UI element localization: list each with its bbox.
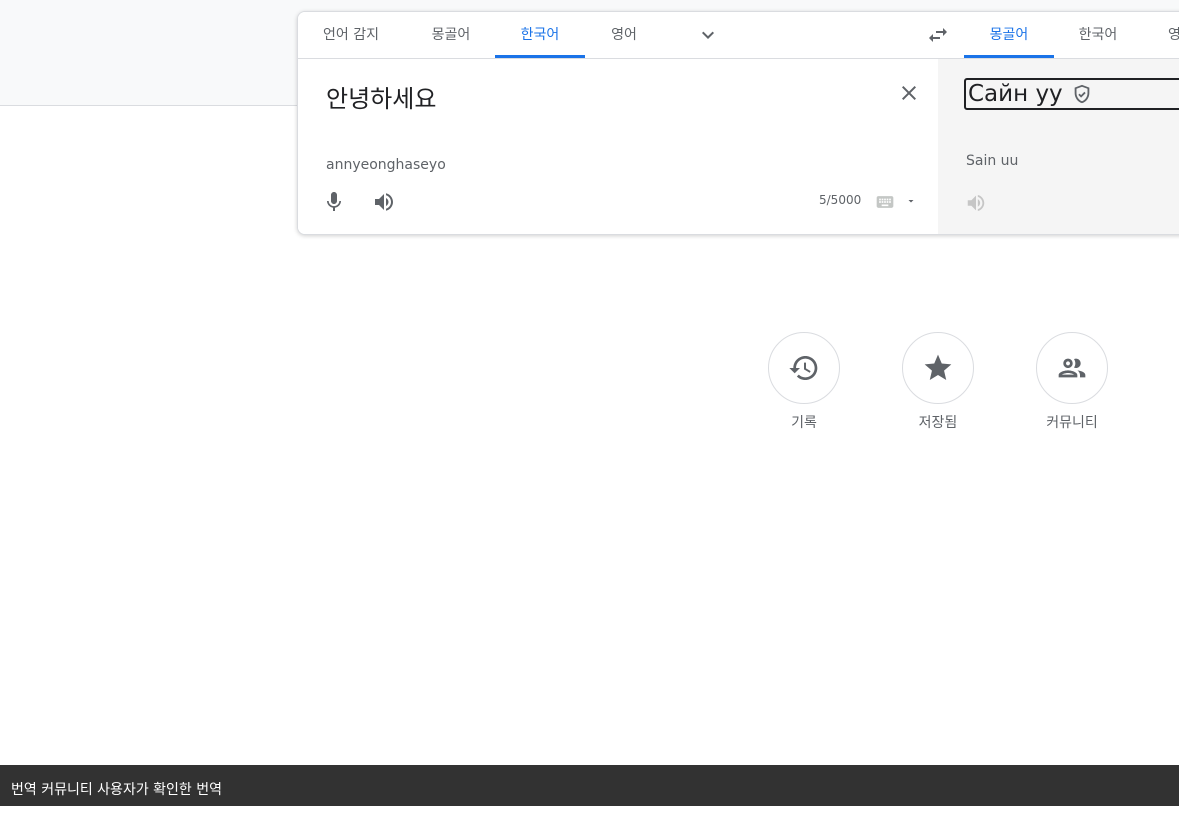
close-icon — [902, 86, 916, 100]
swap-languages-button[interactable] — [926, 23, 950, 47]
microphone-icon — [327, 192, 341, 211]
community-label: 커뮤니티 — [1046, 415, 1098, 431]
input-tools-button[interactable] — [874, 191, 896, 213]
translation-output[interactable]: Сайн уу — [964, 78, 1179, 110]
verified-shield-icon — [1074, 84, 1090, 104]
tab-target-english[interactable]: 영어 — [1168, 12, 1179, 58]
tab-source-english[interactable]: 영어 — [596, 12, 652, 58]
target-pane: Сайн уу Sain uu — [938, 59, 1179, 234]
community-icon — [1058, 358, 1086, 378]
source-transliteration: annyeonghaseyo — [326, 157, 446, 173]
history-button[interactable] — [768, 332, 840, 404]
star-icon — [924, 354, 952, 380]
community-button[interactable] — [1036, 332, 1108, 404]
input-tools-dropdown[interactable] — [903, 193, 919, 209]
listen-translation-button[interactable] — [965, 192, 987, 214]
caret-down-icon — [908, 200, 914, 203]
history-icon — [789, 356, 818, 380]
more-source-languages-button[interactable] — [696, 23, 720, 47]
translation-card: 언어 감지 몽골어 한국어 영어 몽골어 한국어 영어 안녕하세요 annyeo… — [297, 11, 1179, 235]
source-pane: 안녕하세요 annyeonghaseyo 5/5000 — [298, 59, 938, 234]
swap-icon — [929, 28, 947, 42]
language-tab-bar: 언어 감지 몽골어 한국어 영어 몽골어 한국어 영어 — [298, 12, 1179, 59]
history-label: 기록 — [791, 415, 817, 431]
speaker-icon — [375, 193, 393, 211]
saved-button[interactable] — [902, 332, 974, 404]
voice-input-button[interactable] — [322, 190, 346, 214]
saved-action: 저장됨 — [868, 332, 1008, 432]
target-transliteration: Sain uu — [966, 153, 1019, 169]
listen-source-button[interactable] — [372, 190, 396, 214]
keyboard-icon — [876, 196, 894, 208]
community-action: 커뮤니티 — [1002, 332, 1142, 432]
snackbar: 번역 커뮤니티 사용자가 확인한 번역 — [0, 765, 1179, 806]
clear-source-button[interactable] — [897, 81, 921, 105]
translation-text: Сайн уу — [968, 81, 1063, 107]
chevron-down-icon — [702, 31, 714, 39]
tab-target-mongolian[interactable]: 몽골어 — [964, 12, 1054, 58]
snackbar-message: 번역 커뮤니티 사용자가 확인한 번역 — [11, 782, 222, 798]
speaker-icon — [967, 194, 985, 212]
tab-target-korean[interactable]: 한국어 — [1064, 12, 1132, 58]
history-action: 기록 — [734, 332, 874, 432]
saved-label: 저장됨 — [918, 415, 958, 431]
source-text-input[interactable]: 안녕하세요 — [326, 79, 436, 114]
character-count: 5/5000 — [819, 193, 862, 207]
tab-source-mongolian[interactable]: 몽골어 — [414, 12, 488, 58]
tab-source-detect[interactable]: 언어 감지 — [310, 12, 392, 58]
tab-source-korean[interactable]: 한국어 — [495, 12, 585, 58]
